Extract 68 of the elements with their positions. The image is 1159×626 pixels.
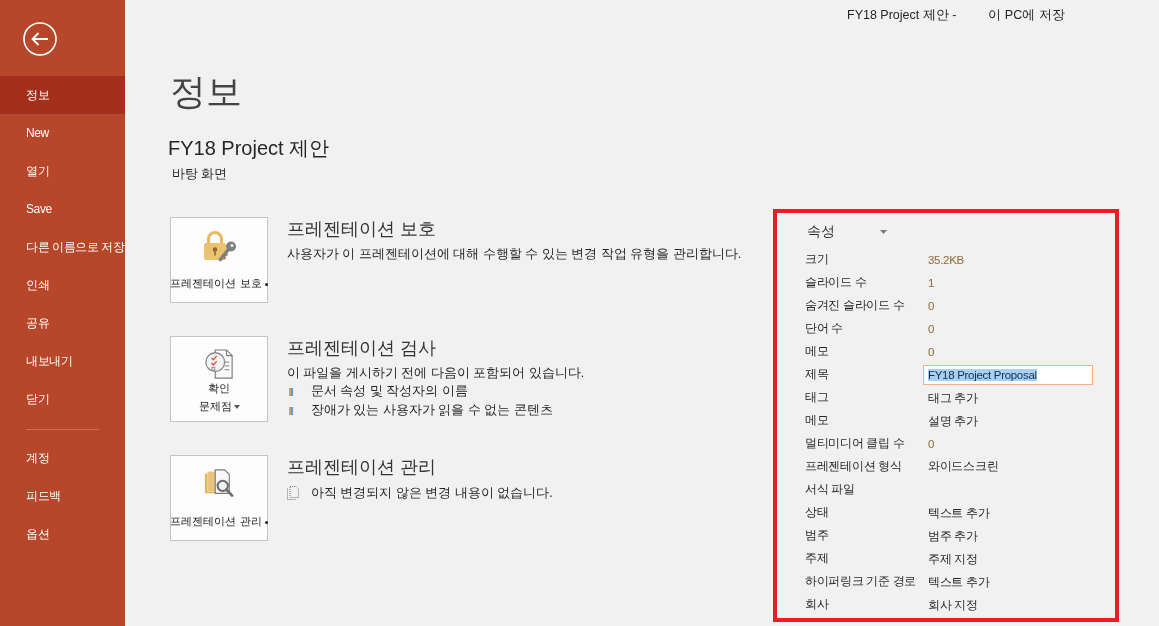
- property-label: 멀티미디어 클립 수: [805, 436, 905, 451]
- section-description: 사용자가 이 프레젠테이션에 대해 수행할 수 있는 변경 작업 유형을 관리합니다.: [287, 246, 742, 263]
- document-location: 바탕 화면: [172, 166, 228, 183]
- sidebar-item[interactable]: 옵션: [0, 515, 125, 553]
- property-value: 0: [928, 345, 935, 358]
- section-title: 프레젠테이션 검사: [287, 337, 436, 360]
- property-label: 프레젠테이션 형식: [805, 459, 902, 474]
- sidebar-item[interactable]: 공유: [0, 304, 125, 342]
- property-label: 주제: [805, 551, 829, 566]
- sidebar-item[interactable]: 피드백: [0, 477, 125, 515]
- property-field[interactable]: 텍스트 추가: [928, 572, 1078, 591]
- property-value: 0: [928, 437, 935, 450]
- sidebar-item[interactable]: 내보내기: [0, 342, 125, 380]
- sidebar-item[interactable]: 닫기: [0, 380, 125, 418]
- bullet-text: 장애가 있는 사용자가 읽을 수 없는 콘텐츠: [311, 402, 553, 419]
- sidebar-item[interactable]: 다른 이름으로 저장: [0, 228, 125, 266]
- sidebar-item[interactable]: 인쇄: [0, 266, 125, 304]
- property-value: 0: [928, 322, 935, 335]
- property-label: 범주: [805, 528, 829, 543]
- bullet-text: 문서 속성 및 작성자의 이름: [311, 383, 468, 400]
- back-button[interactable]: [23, 22, 57, 56]
- check-issues-button[interactable]: 확인 문제점: [170, 336, 268, 422]
- sidebar-item[interactable]: 계정: [0, 439, 125, 477]
- documents-magnifier-icon: [203, 468, 235, 498]
- property-label: 제목: [805, 367, 829, 382]
- properties-dropdown[interactable]: 속성: [805, 219, 887, 245]
- property-label: 메모: [805, 413, 829, 428]
- property-label: 태그: [805, 390, 829, 405]
- document-name: FY18 Project 제안 -: [847, 6, 957, 24]
- property-label: 메모: [805, 344, 829, 359]
- property-label: 슬라이드 수: [805, 275, 867, 290]
- bullet-icon: [289, 406, 293, 415]
- page-heading: 정보: [170, 70, 242, 114]
- manage-button[interactable]: 프레젠테이션 관리: [170, 455, 268, 541]
- property-field[interactable]: 텍스트 추가: [928, 503, 1078, 522]
- save-location: 이 PC에 저장: [988, 6, 1065, 24]
- property-field[interactable]: 태그 추가: [928, 388, 1078, 407]
- bullet-icon: [289, 387, 293, 396]
- caret-icon: [880, 230, 887, 234]
- protect-button[interactable]: 프레젠테이션 보호: [170, 217, 268, 303]
- checklist-document-icon: [203, 349, 235, 379]
- document-icon: [287, 486, 299, 500]
- sidebar-item[interactable]: 정보: [0, 76, 125, 114]
- section-title: 프레젠테이션 관리: [287, 456, 436, 479]
- property-field[interactable]: 범주 추가: [928, 526, 1078, 545]
- sidebar-item[interactable]: New: [0, 114, 125, 152]
- property-label: 크기: [805, 252, 829, 267]
- property-value: 1: [928, 276, 935, 289]
- property-label: 하이퍼링크 기준 경로: [805, 574, 917, 589]
- lock-key-icon: [201, 230, 237, 262]
- property-field[interactable]: 회사 지정: [928, 595, 1078, 614]
- property-label: 서식 파일: [805, 482, 855, 497]
- property-label: 숨겨진 슬라이드 수: [805, 298, 905, 313]
- property-label: 단어 수: [805, 321, 843, 336]
- property-value: 35.2KB: [928, 253, 964, 266]
- property-label: 회사: [805, 597, 829, 612]
- property-field[interactable]: 설명 추가: [928, 411, 1078, 430]
- document-title: FY18 Project 제안: [168, 136, 330, 161]
- section-description: 이 파일을 게시하기 전에 다음이 포함되어 있습니다.: [287, 365, 585, 382]
- sidebar-item[interactable]: 열기: [0, 152, 125, 190]
- property-value: 0: [928, 299, 935, 312]
- section-title: 프레젠테이션 보호: [287, 218, 436, 241]
- property-value: 와이드스크린: [928, 459, 999, 474]
- status-text: 아직 변경되지 않은 변경 내용이 없습니다.: [311, 485, 553, 502]
- property-label: 상태: [805, 505, 829, 520]
- sidebar-item[interactable]: Save: [0, 190, 125, 228]
- title-field[interactable]: FY18 Project Proposal: [923, 364, 1093, 385]
- property-field[interactable]: 주제 지정: [928, 549, 1078, 568]
